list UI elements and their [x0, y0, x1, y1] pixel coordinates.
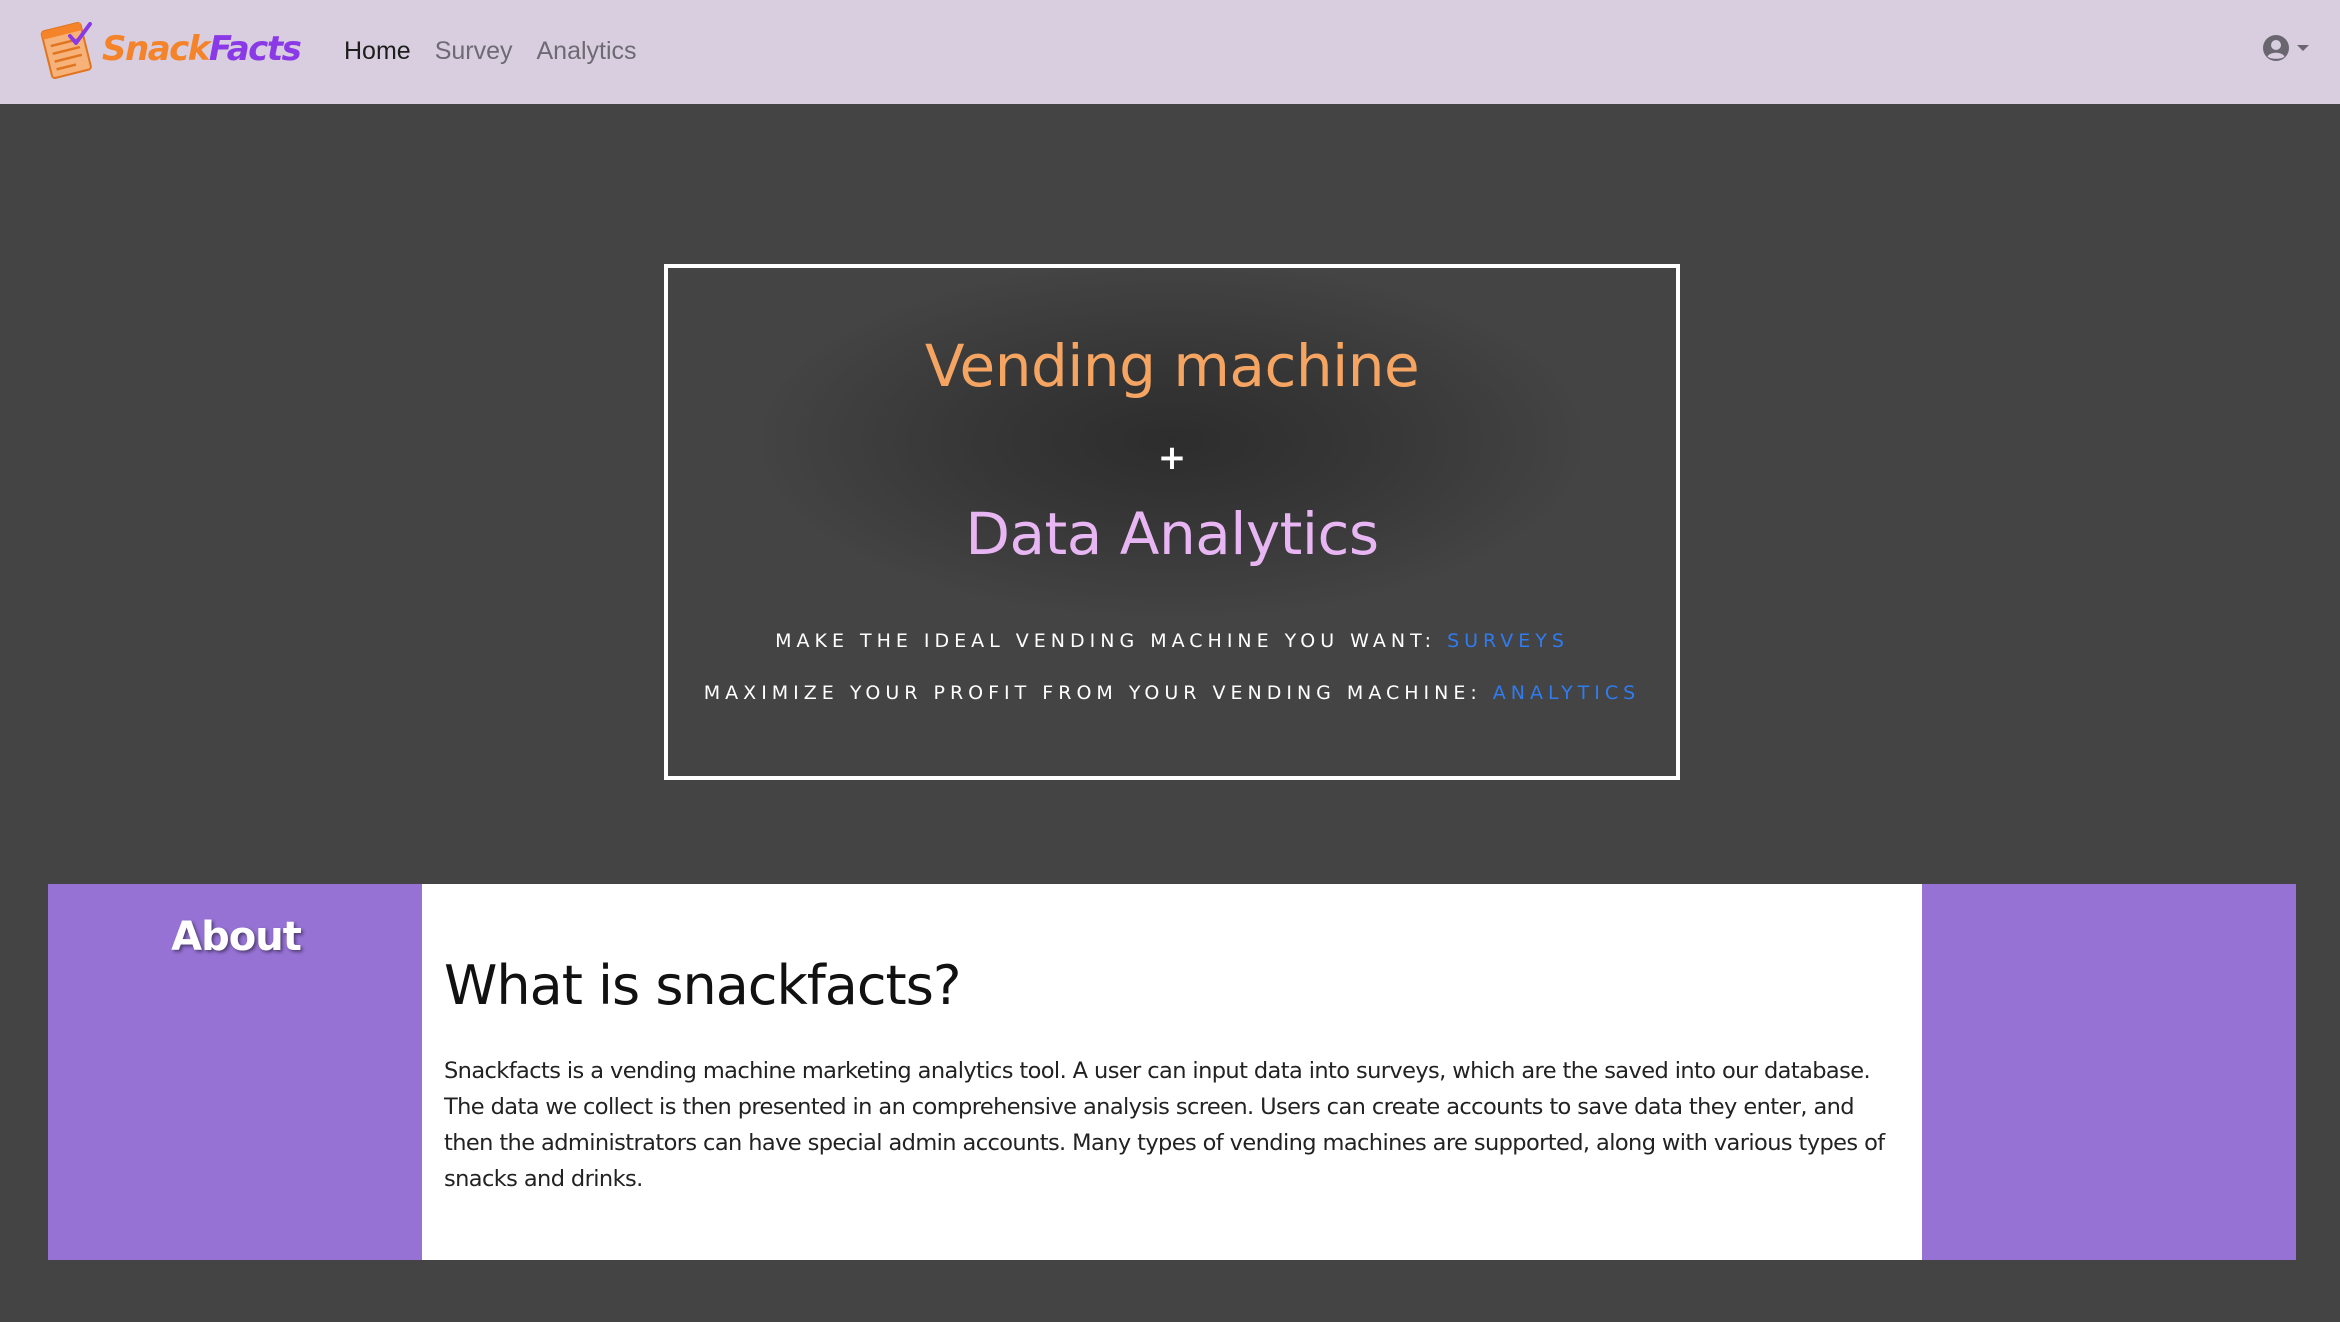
brand-name-snack: Snack — [102, 29, 210, 69]
hero-title-data-analytics: Data Analytics — [965, 500, 1379, 568]
hero-tagline-surveys-text: MAKE THE IDEAL VENDING MACHINE YOU WANT: — [775, 630, 1448, 652]
nav-links: Home Survey Analytics — [344, 30, 649, 72]
surveys-link[interactable]: SURVEYS — [1447, 630, 1569, 652]
about-label: About — [171, 914, 302, 960]
analytics-link[interactable]: ANALYTICS — [1493, 682, 1640, 704]
hero-title-vending-machine: Vending machine — [924, 332, 1420, 400]
about-section: About What is snackfacts? Snackfacts is … — [48, 884, 2296, 1260]
hero-tagline-surveys: MAKE THE IDEAL VENDING MACHINE YOU WANT:… — [668, 630, 1676, 652]
caret-down-icon — [2297, 45, 2309, 51]
hero-box: Vending machine + Data Analytics MAKE TH… — [664, 264, 1680, 780]
nav-link-home[interactable]: Home — [344, 30, 423, 72]
notepad-checklist-icon — [40, 21, 92, 79]
about-heading: What is snackfacts? — [444, 954, 962, 1017]
hero-tagline-analytics: MAXIMIZE YOUR PROFIT FROM YOUR VENDING M… — [668, 682, 1676, 704]
hero-plus-sign: + — [1157, 438, 1187, 478]
hero-tagline-analytics-text: MAXIMIZE YOUR PROFIT FROM YOUR VENDING M… — [703, 682, 1493, 704]
brand-name-facts: Facts — [208, 29, 302, 69]
brand-name: SnackFacts — [102, 29, 302, 69]
nav-link-analytics[interactable]: Analytics — [525, 30, 649, 72]
brand-logo-link[interactable]: SnackFacts — [40, 16, 302, 82]
user-circle-icon — [2263, 35, 2289, 61]
user-menu-toggle[interactable] — [2262, 34, 2310, 62]
about-content-panel: What is snackfacts? Snackfacts is a vend… — [422, 884, 1922, 1260]
about-description: Snackfacts is a vending machine marketin… — [444, 1058, 1885, 1192]
navbar: SnackFacts Home Survey Analytics — [0, 0, 2340, 104]
nav-link-survey[interactable]: Survey — [423, 30, 525, 72]
